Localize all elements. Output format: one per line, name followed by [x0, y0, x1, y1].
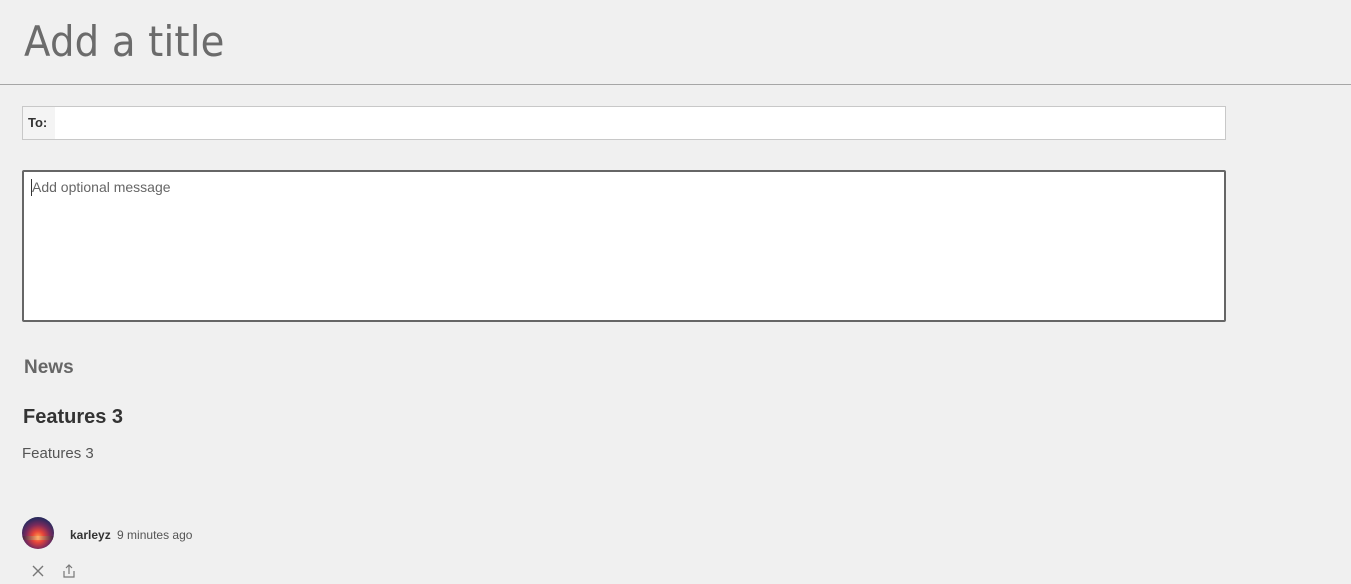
section-label: News: [24, 357, 74, 378]
share-icon[interactable]: [61, 563, 77, 579]
recipients-input[interactable]: [55, 107, 1229, 141]
share-icon-graphic: [63, 564, 75, 578]
avatar-horizon: [22, 536, 54, 540]
close-icon-graphic: [32, 565, 44, 577]
article-description: Features 3: [22, 445, 94, 462]
title-input[interactable]: Add a title: [24, 16, 225, 68]
title-bar: Add a title: [0, 0, 1351, 85]
to-field[interactable]: To:: [22, 106, 1229, 141]
avatar: [22, 517, 54, 549]
message-textarea[interactable]: Add optional message: [22, 170, 1226, 322]
article-title[interactable]: Features 3: [23, 406, 123, 429]
author-line: karleyz 9 minutes ago: [70, 528, 192, 542]
close-icon[interactable]: [30, 563, 46, 579]
post-timestamp: 9 minutes ago: [117, 528, 193, 542]
to-label: To:: [23, 107, 55, 139]
message-placeholder: Add optional message: [32, 179, 171, 195]
author-name: karleyz: [70, 528, 111, 542]
